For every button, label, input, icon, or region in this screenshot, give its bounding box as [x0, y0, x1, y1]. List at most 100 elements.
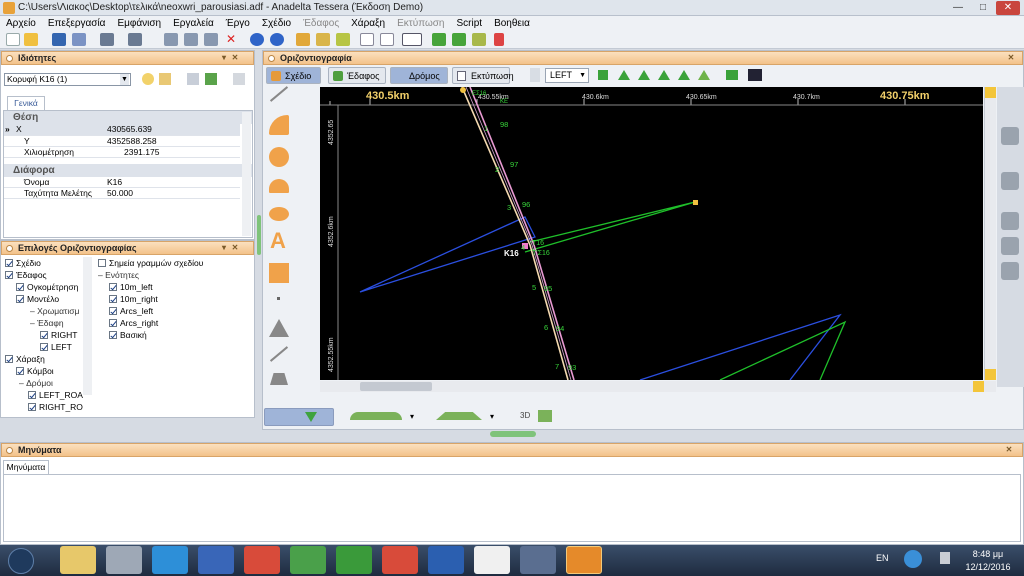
close-panel-icon[interactable]: ✕ — [1004, 445, 1014, 455]
scroll-right-icon[interactable] — [973, 381, 984, 392]
page-icon[interactable] — [360, 33, 374, 46]
plan-canvas[interactable]: 430.5km 430.75km 430.55km 430.6km 430.65… — [320, 87, 983, 380]
bs-icon[interactable] — [198, 546, 234, 574]
tessera-icon[interactable] — [566, 546, 602, 574]
ellipse-tool-icon[interactable] — [269, 207, 289, 221]
tree-item[interactable]: Βασική — [109, 330, 147, 340]
menu-view[interactable]: Εμφάνιση — [111, 16, 167, 30]
grid-icon[interactable] — [187, 73, 199, 85]
profile-icon[interactable] — [350, 412, 402, 420]
tool-icon[interactable] — [1001, 127, 1019, 145]
menu-edit[interactable]: Επεξεργασία — [42, 16, 112, 30]
view-select[interactable]: LEFT ▼ — [545, 68, 589, 83]
document-icon[interactable] — [474, 546, 510, 574]
tree-item[interactable]: Arcs_left — [109, 306, 153, 316]
chevron-down-icon[interactable]: ▾ — [490, 412, 494, 421]
ie-icon[interactable] — [152, 546, 188, 574]
close-panel-icon[interactable]: ✕ — [1006, 53, 1016, 63]
table-row[interactable]: » Χ 430565.639 — [4, 124, 240, 136]
point-tool-icon[interactable] — [277, 297, 280, 300]
tree-item[interactable]: Μοντέλο — [16, 294, 59, 304]
table-row[interactable]: Όνομα Κ16 — [4, 176, 240, 188]
3d-button[interactable]: 3D — [520, 411, 530, 420]
curve-tool-icon[interactable] — [269, 179, 289, 193]
tab-drawing[interactable]: Σχέδιο — [266, 67, 321, 84]
menu-print[interactable]: Εκτύπωση — [391, 16, 450, 30]
object-selector[interactable]: Κορυφή Κ16 (1) ▼ — [4, 73, 131, 86]
table-row[interactable]: Ταχύτητα Μελέτης 50.000 — [4, 187, 240, 199]
tree-item[interactable]: Ογκομέτρηση — [16, 282, 78, 292]
copy-props-icon[interactable] — [159, 73, 171, 85]
circle-tool-icon[interactable] — [269, 147, 289, 167]
close-panel-icon[interactable]: ✕ — [230, 53, 240, 63]
menu-tools[interactable]: Εργαλεία — [167, 16, 220, 30]
menu-terrain[interactable]: Έδαφος — [297, 16, 345, 30]
scroll-down-icon[interactable] — [985, 369, 996, 380]
horizontal-splitter-grip[interactable] — [490, 431, 536, 437]
binoculars-icon[interactable] — [748, 69, 762, 81]
name-value[interactable]: Κ16 — [104, 176, 240, 188]
zoom-icon[interactable] — [316, 33, 330, 46]
chainage-value[interactable]: 2391.175 — [104, 146, 240, 158]
table-row[interactable]: Υ 4352588.258 — [4, 135, 240, 147]
vertical-scrollbar[interactable] — [242, 112, 251, 236]
language-indicator[interactable]: EN — [876, 553, 889, 563]
tree-item[interactable]: Έδαφος — [5, 270, 47, 280]
menu-script[interactable]: Script — [451, 16, 489, 30]
zoom-extents-icon[interactable] — [336, 33, 350, 46]
chrome2-icon[interactable] — [382, 546, 418, 574]
save-icon[interactable] — [52, 33, 66, 46]
tab-terrain[interactable]: Έδαφος — [328, 67, 386, 84]
close-panel-icon[interactable]: ✕ — [230, 243, 240, 253]
arc-tool-icon[interactable] — [269, 115, 289, 135]
chrome-icon[interactable] — [244, 546, 280, 574]
tab-general[interactable]: Γενικά — [7, 96, 45, 110]
table-row[interactable]: Χιλιομέτρηση 2391.175 — [4, 146, 240, 158]
green-rect-icon[interactable] — [598, 70, 608, 80]
filter-icon[interactable] — [142, 73, 154, 85]
copy-icon[interactable] — [184, 33, 198, 46]
paste-icon[interactable] — [204, 33, 218, 46]
help-icon[interactable] — [904, 550, 922, 568]
tree-item[interactable]: Κόμβοι — [16, 366, 54, 376]
menu-alignment[interactable]: Χάραξη — [345, 16, 391, 30]
tree-item[interactable]: – Δρόμοι — [19, 378, 53, 388]
pin-icon[interactable]: ▾ — [219, 53, 229, 63]
green-tool-icon[interactable] — [432, 33, 446, 46]
y-value[interactable]: 4352588.258 — [104, 135, 240, 147]
start-button[interactable] — [8, 548, 34, 574]
tool-icon[interactable] — [1001, 212, 1019, 230]
tree-item[interactable]: Σχέδιο — [5, 258, 41, 268]
volume-icon[interactable] — [940, 552, 950, 564]
canvas-vertical-scrollbar[interactable] — [984, 87, 996, 380]
tree-item[interactable]: – Χρωματισμ — [30, 306, 79, 316]
close-button[interactable]: ✕ — [996, 1, 1020, 15]
tree-item[interactable]: Χάραξη — [5, 354, 45, 364]
pencil-icon[interactable] — [296, 33, 310, 46]
tab-messages[interactable]: Μηνύματα — [3, 460, 49, 474]
triangle-tool-icon[interactable] — [269, 319, 289, 337]
scroll-up-icon[interactable] — [985, 87, 996, 98]
scroll-thumb[interactable] — [360, 382, 432, 391]
delete-icon[interactable]: ✕ — [224, 33, 238, 46]
open-icon[interactable] — [24, 33, 38, 46]
tab-print[interactable]: Εκτύπωση — [452, 67, 514, 84]
menu-help[interactable]: Βοηθεια — [488, 16, 536, 30]
menu-drawing[interactable]: Σχέδιο — [256, 16, 297, 30]
menu-file[interactable]: Αρχείο — [0, 16, 42, 30]
utorrent-icon[interactable] — [336, 546, 372, 574]
forward-icon[interactable] — [270, 33, 284, 46]
tool-icon[interactable] — [1001, 237, 1019, 255]
layer-icon[interactable] — [530, 68, 540, 82]
splitter-grip[interactable] — [257, 215, 261, 255]
menu-project[interactable]: Έργο — [220, 16, 256, 30]
maximize-button[interactable]: □ — [971, 1, 995, 15]
tree-item[interactable]: RIGHT — [40, 330, 77, 340]
plan-mode-button[interactable] — [264, 408, 334, 426]
rectangle-tool-icon[interactable] — [269, 263, 289, 283]
line-tool-icon[interactable] — [269, 86, 289, 102]
tree-item[interactable]: Σημεία γραμμών σχεδίου — [98, 258, 203, 268]
back-icon[interactable] — [250, 33, 264, 46]
tool-icon[interactable] — [1001, 172, 1019, 190]
properties-icon[interactable] — [233, 73, 245, 85]
